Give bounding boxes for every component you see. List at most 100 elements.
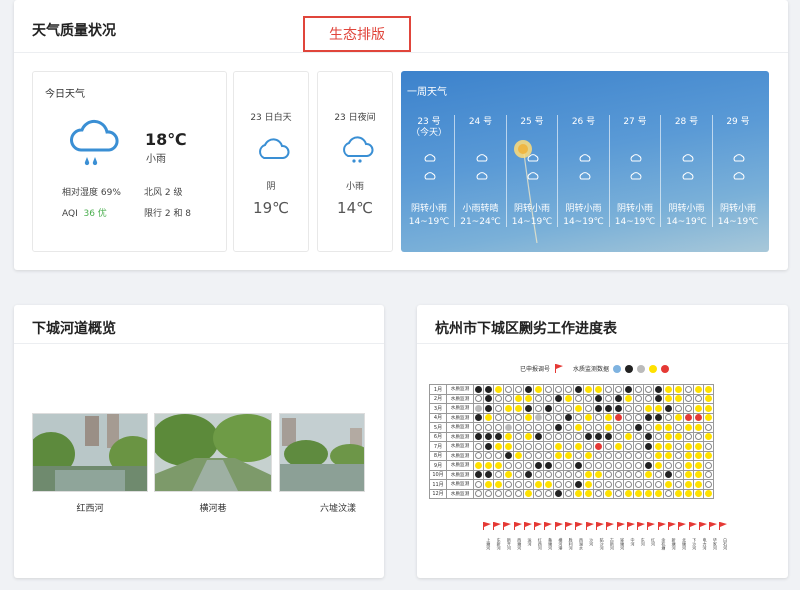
- status-cell[interactable]: [523, 441, 534, 452]
- status-cell[interactable]: [703, 488, 714, 499]
- status-cell[interactable]: [683, 479, 694, 490]
- status-cell[interactable]: [693, 469, 704, 480]
- status-cell[interactable]: [643, 431, 654, 442]
- status-cell[interactable]: [483, 422, 494, 433]
- status-cell[interactable]: [583, 431, 594, 442]
- status-cell[interactable]: [483, 460, 494, 471]
- status-cell[interactable]: [603, 469, 614, 480]
- status-cell[interactable]: [643, 384, 654, 395]
- status-cell[interactable]: [583, 479, 594, 490]
- status-cell[interactable]: [483, 441, 494, 452]
- status-cell[interactable]: [593, 422, 604, 433]
- status-cell[interactable]: [603, 422, 614, 433]
- status-cell[interactable]: [593, 450, 604, 461]
- status-cell[interactable]: [513, 384, 524, 395]
- status-cell[interactable]: [563, 384, 574, 395]
- status-cell[interactable]: [473, 403, 484, 414]
- status-cell[interactable]: [703, 403, 714, 414]
- status-cell[interactable]: [703, 412, 714, 423]
- status-cell[interactable]: [593, 384, 604, 395]
- status-cell[interactable]: [683, 384, 694, 395]
- status-cell[interactable]: [603, 479, 614, 490]
- status-cell[interactable]: [693, 450, 704, 461]
- status-cell[interactable]: [683, 469, 694, 480]
- status-cell[interactable]: [633, 393, 644, 404]
- status-cell[interactable]: [633, 412, 644, 423]
- status-cell[interactable]: [653, 479, 664, 490]
- status-cell[interactable]: [473, 488, 484, 499]
- status-cell[interactable]: [503, 460, 514, 471]
- status-cell[interactable]: [563, 441, 574, 452]
- status-cell[interactable]: [573, 488, 584, 499]
- status-cell[interactable]: [493, 450, 504, 461]
- status-cell[interactable]: [543, 441, 554, 452]
- status-cell[interactable]: [603, 384, 614, 395]
- status-cell[interactable]: [673, 469, 684, 480]
- status-cell[interactable]: [573, 479, 584, 490]
- status-cell[interactable]: [503, 384, 514, 395]
- status-cell[interactable]: [503, 441, 514, 452]
- status-cell[interactable]: [613, 403, 624, 414]
- status-cell[interactable]: [483, 412, 494, 423]
- status-cell[interactable]: [653, 422, 664, 433]
- status-cell[interactable]: [533, 393, 544, 404]
- status-cell[interactable]: [503, 393, 514, 404]
- status-cell[interactable]: [703, 450, 714, 461]
- status-cell[interactable]: [703, 422, 714, 433]
- status-cell[interactable]: [573, 460, 584, 471]
- status-cell[interactable]: [683, 393, 694, 404]
- status-cell[interactable]: [613, 450, 624, 461]
- status-cell[interactable]: [533, 488, 544, 499]
- status-cell[interactable]: [513, 441, 524, 452]
- status-cell[interactable]: [523, 460, 534, 471]
- status-cell[interactable]: [493, 384, 504, 395]
- status-cell[interactable]: [553, 403, 564, 414]
- status-cell[interactable]: [633, 460, 644, 471]
- status-cell[interactable]: [623, 393, 634, 404]
- status-cell[interactable]: [623, 431, 634, 442]
- status-cell[interactable]: [593, 479, 604, 490]
- status-cell[interactable]: [673, 431, 684, 442]
- river-photo[interactable]: [279, 413, 365, 492]
- status-cell[interactable]: [613, 393, 624, 404]
- status-cell[interactable]: [523, 393, 534, 404]
- status-cell[interactable]: [573, 403, 584, 414]
- status-cell[interactable]: [493, 460, 504, 471]
- status-cell[interactable]: [493, 412, 504, 423]
- status-cell[interactable]: [583, 488, 594, 499]
- status-cell[interactable]: [563, 450, 574, 461]
- status-cell[interactable]: [603, 403, 614, 414]
- status-cell[interactable]: [513, 412, 524, 423]
- status-cell[interactable]: [593, 441, 604, 452]
- status-cell[interactable]: [603, 441, 614, 452]
- status-cell[interactable]: [483, 479, 494, 490]
- status-cell[interactable]: [533, 431, 544, 442]
- status-cell[interactable]: [563, 479, 574, 490]
- status-cell[interactable]: [603, 393, 614, 404]
- status-cell[interactable]: [563, 412, 574, 423]
- status-cell[interactable]: [643, 450, 654, 461]
- status-cell[interactable]: [523, 412, 534, 423]
- status-cell[interactable]: [693, 479, 704, 490]
- status-cell[interactable]: [653, 450, 664, 461]
- status-cell[interactable]: [523, 431, 534, 442]
- status-cell[interactable]: [703, 441, 714, 452]
- status-cell[interactable]: [673, 412, 684, 423]
- status-cell[interactable]: [683, 441, 694, 452]
- status-cell[interactable]: [633, 469, 644, 480]
- status-cell[interactable]: [493, 441, 504, 452]
- status-cell[interactable]: [633, 403, 644, 414]
- status-cell[interactable]: [513, 469, 524, 480]
- status-cell[interactable]: [473, 422, 484, 433]
- status-cell[interactable]: [613, 441, 624, 452]
- status-cell[interactable]: [613, 431, 624, 442]
- status-cell[interactable]: [543, 460, 554, 471]
- status-cell[interactable]: [483, 469, 494, 480]
- status-cell[interactable]: [513, 431, 524, 442]
- status-cell[interactable]: [653, 384, 664, 395]
- status-cell[interactable]: [473, 469, 484, 480]
- status-cell[interactable]: [673, 460, 684, 471]
- status-cell[interactable]: [583, 384, 594, 395]
- status-cell[interactable]: [523, 450, 534, 461]
- status-cell[interactable]: [543, 412, 554, 423]
